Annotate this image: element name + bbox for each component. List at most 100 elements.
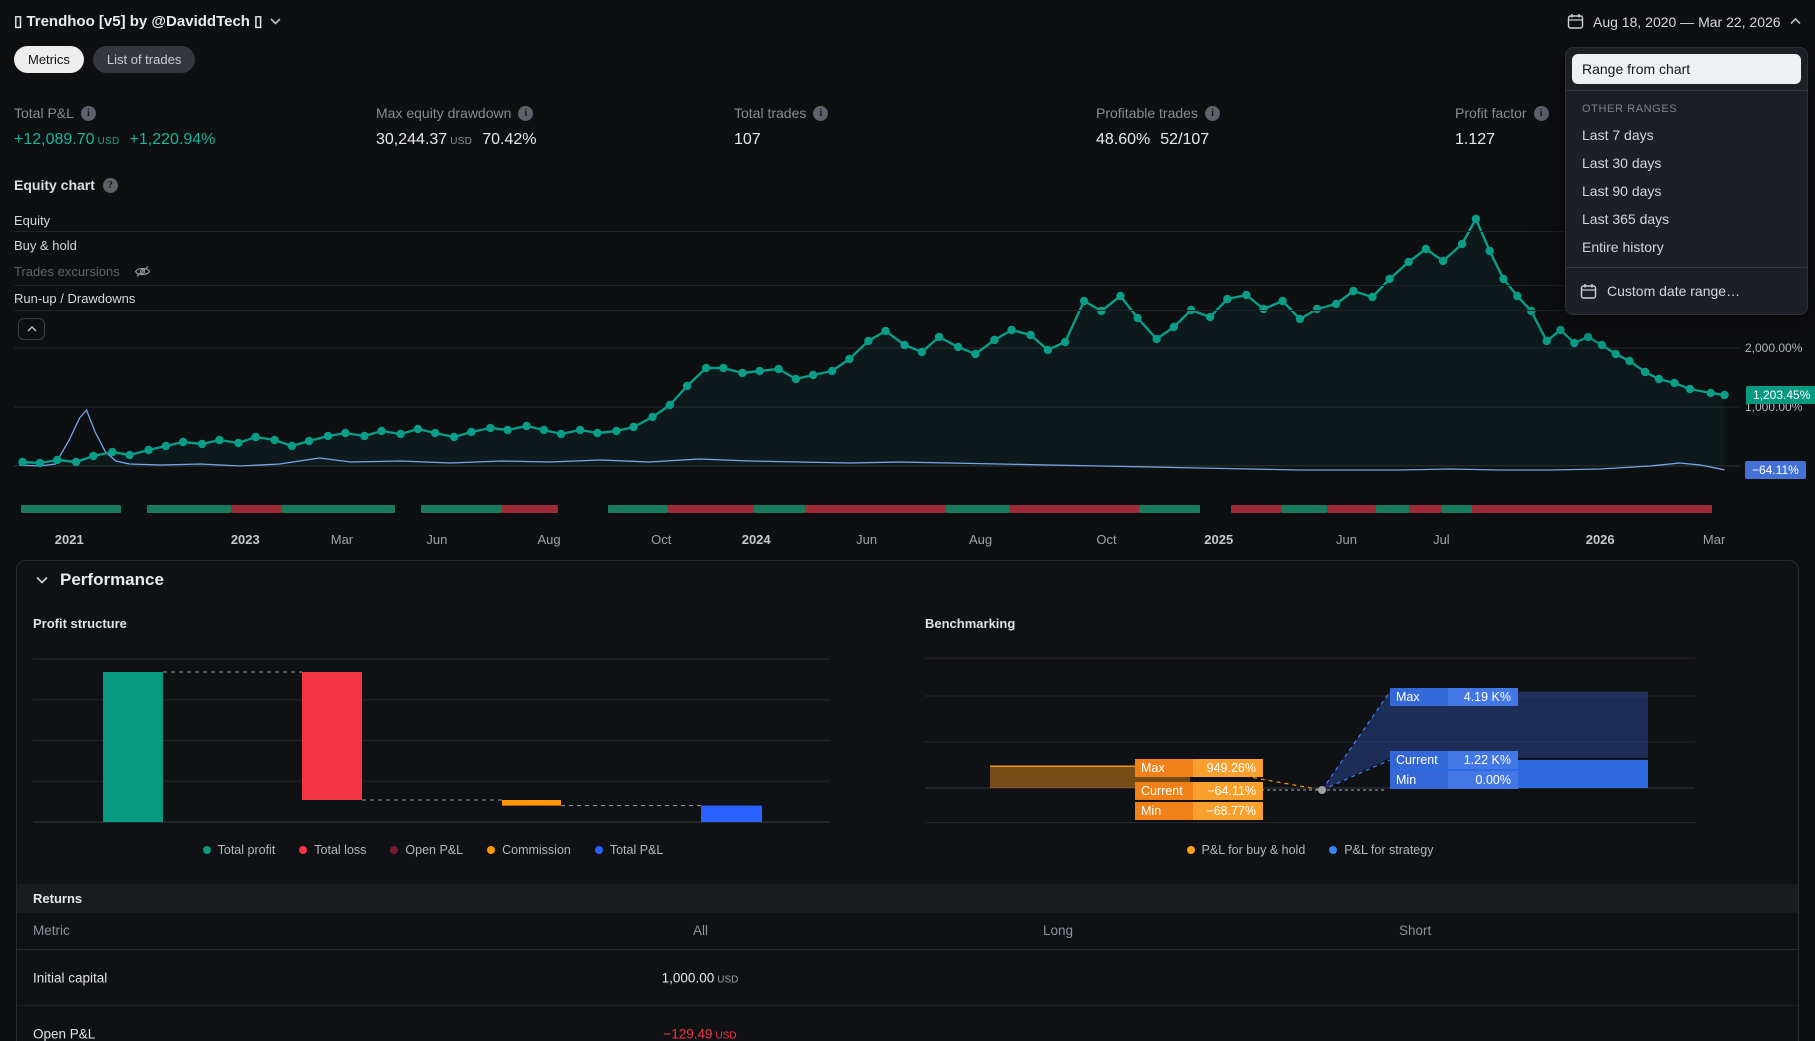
range-menu-items: Last 7 days Last 30 days Last 90 days Last … [1566, 121, 1807, 261]
legend-row-buy-hold[interactable]: Buy & hold [14, 232, 1740, 258]
badge-label: Min [1135, 802, 1193, 820]
metric-values: 48.60% 52/107 [1096, 131, 1436, 149]
legend-dot [202, 846, 211, 854]
legend-row-run-up-drawdowns[interactable]: Run-up / Drawdowns [14, 286, 1740, 311]
equity-point [1625, 356, 1634, 366]
equity-point [539, 425, 549, 435]
legend-row-trades-excursions[interactable]: Trades excursions [14, 258, 1740, 286]
equity-point [304, 436, 314, 446]
trade-segment-win [1375, 505, 1409, 513]
legend-label: Total P&L [609, 843, 664, 857]
equity-chart-legend: Equity Buy & hold Trades excursions Run-up … [14, 209, 1740, 311]
trade-segment-win [1280, 505, 1328, 513]
equity-point [629, 422, 638, 432]
info-icon[interactable]: i [1533, 105, 1549, 121]
performance-title-text: Performance [60, 570, 164, 589]
legend-dot [1186, 846, 1195, 854]
custom-date-range-label: Custom date range… [1607, 283, 1741, 299]
range-menu-item-last-365-days[interactable]: Last 365 days [1566, 205, 1807, 233]
legend-item[interactable]: Open P&L [390, 843, 463, 857]
collapse-chart-button[interactable] [18, 318, 45, 340]
equity-point [791, 374, 801, 384]
metric-values: +12,089.70 USD +1,220.94% [14, 131, 354, 149]
legend-item[interactable]: P&L for buy & hold [1186, 843, 1305, 857]
trade-segment-win [421, 505, 503, 513]
calendar-icon [1567, 14, 1584, 29]
legend-dot [299, 846, 308, 854]
legend-item[interactable]: P&L for strategy [1329, 843, 1433, 857]
info-icon[interactable]: i [813, 105, 829, 121]
trade-segment-loss [1408, 505, 1442, 513]
range-menu-group-label: OTHER RANGES [1582, 103, 1678, 115]
buy-hold-current-badge: Current −64.11% [1135, 782, 1263, 800]
x-axis-label: 2026 [1585, 532, 1615, 547]
equity-point [396, 429, 405, 439]
profit-structure-chart-svg[interactable] [33, 652, 833, 830]
range-menu-item-range-from-chart[interactable]: Range from chart [1572, 54, 1801, 84]
equity-point [971, 349, 980, 359]
equity-x-axis-labels: 2021 2023 Mar Jun Aug Oct 2024 Jun Aug Oct 2025 Jun… [14, 532, 1740, 550]
badge-label: Current [1135, 782, 1193, 800]
trade-segment-win [146, 505, 232, 513]
info-icon[interactable]: i [518, 105, 534, 121]
equity-point [251, 432, 260, 442]
metric-label: Total trades i [734, 105, 1074, 121]
help-icon[interactable]: ? [102, 177, 118, 193]
metric-value: USD [450, 136, 473, 147]
equity-point [1670, 378, 1679, 388]
info-icon[interactable]: i [1204, 105, 1220, 121]
x-axis-label: Aug [537, 532, 561, 547]
legend-label: P&L for strategy [1344, 843, 1434, 857]
row-value-all: 1,000.00 USD [661, 970, 739, 985]
trade-segment-win [1441, 505, 1473, 513]
equity-point [1611, 349, 1620, 359]
legend-item[interactable]: Commission [487, 843, 571, 857]
performance-section-header[interactable]: Performance [36, 570, 164, 590]
metric-value: 70.42% [482, 131, 537, 148]
badge-value: 0.00% [1448, 771, 1518, 789]
range-menu-item-custom-date-range[interactable]: Custom date range… [1566, 274, 1807, 308]
legend-row-label: Run-up / Drawdowns [14, 290, 136, 306]
eye-off-icon[interactable] [134, 265, 151, 278]
column-metric: Metric [33, 923, 70, 938]
metric-cell: Total trades i 107 [734, 105, 1074, 149]
tab-list-of-trades[interactable]: List of trades [92, 46, 196, 73]
benchmarking-legend: P&L for buy & hold P&L for strategy [925, 843, 1695, 857]
legend-item[interactable]: Total profit [202, 843, 276, 857]
equity-point [467, 427, 476, 437]
trade-segment-loss [1472, 505, 1713, 513]
range-menu-item-last-7-days[interactable]: Last 7 days [1566, 121, 1807, 149]
range-menu-item-last-90-days[interactable]: Last 90 days [1566, 177, 1807, 205]
info-icon[interactable]: i [80, 105, 96, 121]
equity-point [1152, 334, 1161, 344]
equity-point [430, 428, 440, 438]
range-menu-item-last-30-days[interactable]: Last 30 days [1566, 149, 1807, 177]
equity-point [270, 435, 279, 445]
equity-point [449, 432, 459, 442]
x-axis-label: Jun [856, 532, 878, 547]
tab-metrics[interactable]: Metrics [14, 46, 84, 73]
equity-point [881, 326, 890, 336]
legend-label: Total loss [314, 843, 367, 857]
trade-segment-loss [1009, 505, 1140, 513]
legend-row-equity[interactable]: Equity [14, 209, 1740, 232]
metric-value: 1.127 [1455, 131, 1496, 148]
waterfall-bar-total-profit [103, 672, 163, 822]
legend-item[interactable]: Total loss [299, 843, 366, 857]
x-axis-label: Mar [330, 532, 354, 547]
legend-label: Total profit [217, 843, 276, 857]
legend-item[interactable]: Total P&L [594, 843, 664, 857]
benchmarking-chart-svg[interactable] [925, 652, 1715, 830]
equity-point [719, 363, 728, 373]
equity-point [682, 381, 692, 391]
range-menu-item-entire-history[interactable]: Entire history [1566, 233, 1807, 261]
buy-hold-min-badge: Min −68.77% [1135, 802, 1263, 820]
date-range-control[interactable]: Aug 18, 2020 — Mar 22, 2026 [1567, 13, 1801, 30]
trade-segment-win [1139, 505, 1200, 513]
strategy-title[interactable]: ▯ Trendhoo [v5] by @DaviddTech ▯ [14, 12, 281, 30]
metric-label-text: Total trades [734, 105, 807, 121]
equity-point [18, 457, 27, 467]
equity-point [1007, 325, 1016, 335]
profit-structure-title: Profit structure [33, 616, 127, 631]
row-metric-label: Initial capital [33, 970, 108, 985]
